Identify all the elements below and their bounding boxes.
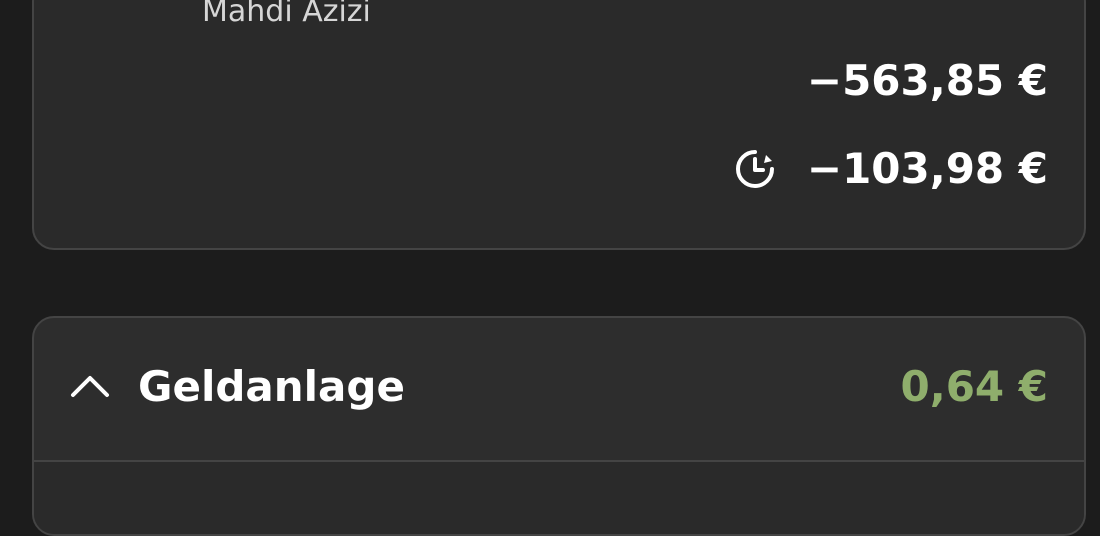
section-header-toggle[interactable]: Geldanlage 0,64 € [34, 318, 1084, 462]
section-title: Geldanlage [138, 362, 405, 411]
section-amount: 0,64 € [900, 362, 1048, 411]
chevron-up-icon [70, 374, 110, 398]
clock-rotate-icon [733, 147, 777, 191]
pending-transactions-row: −103,98 € [733, 142, 1048, 196]
account-balance: −563,85 € [806, 56, 1048, 105]
pending-amount: −103,98 € [806, 144, 1048, 193]
section-body [34, 462, 1084, 534]
account-holder-name: Mahdi Azizi [202, 0, 371, 29]
geldanlage-section: Geldanlage 0,64 € [32, 316, 1086, 536]
account-card[interactable]: Mahdi Azizi −563,85 € −103,98 € [32, 0, 1086, 250]
